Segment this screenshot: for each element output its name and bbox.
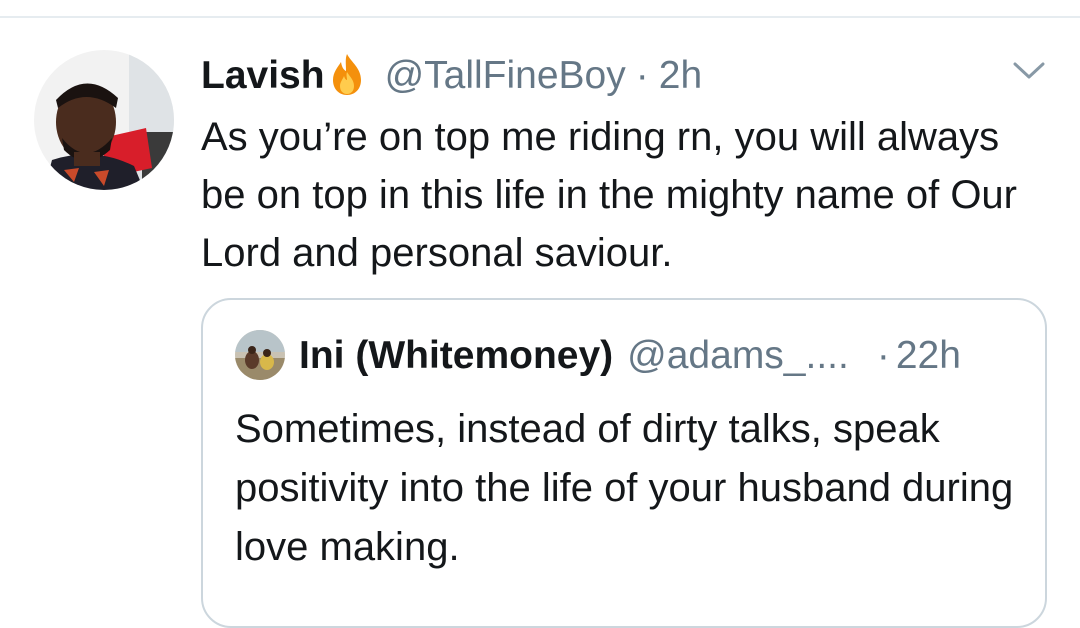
quoted-author-display-name: Ini (Whitemoney) [299,334,614,377]
tweet-timestamp[interactable]: 2h [659,54,702,98]
tweet: Lavish @TallFineBoy · 2h As you’re on to… [0,0,1080,628]
quoted-tweet-timestamp: 22h [895,334,961,377]
quoted-tweet-text: Sometimes, instead of dirty talks, speak… [235,407,1014,569]
author-handle[interactable]: @TallFineBoy [385,54,626,98]
quoted-tweet-header: Ini (Whitemoney) @adams_.... · 22h [299,330,961,382]
quoted-avatar-image [235,330,285,380]
quoted-tweet-card[interactable]: Ini (Whitemoney) @adams_.... · 22h Somet… [201,298,1047,628]
author-display-name[interactable]: Lavish [201,54,325,98]
quoted-author-avatar [235,330,285,380]
fire-icon [327,52,367,96]
author-avatar[interactable] [34,50,174,190]
quoted-author-handle: @adams_.... [627,334,849,377]
header-separator: · [635,54,649,97]
avatar-image [34,50,174,190]
quoted-header-separator: · [876,334,890,377]
chevron-down-icon[interactable] [1010,58,1048,84]
tweet-text: As you’re on top me riding rn, you will … [201,115,1017,275]
tweet-header: Lavish @TallFineBoy · 2h [201,50,702,102]
